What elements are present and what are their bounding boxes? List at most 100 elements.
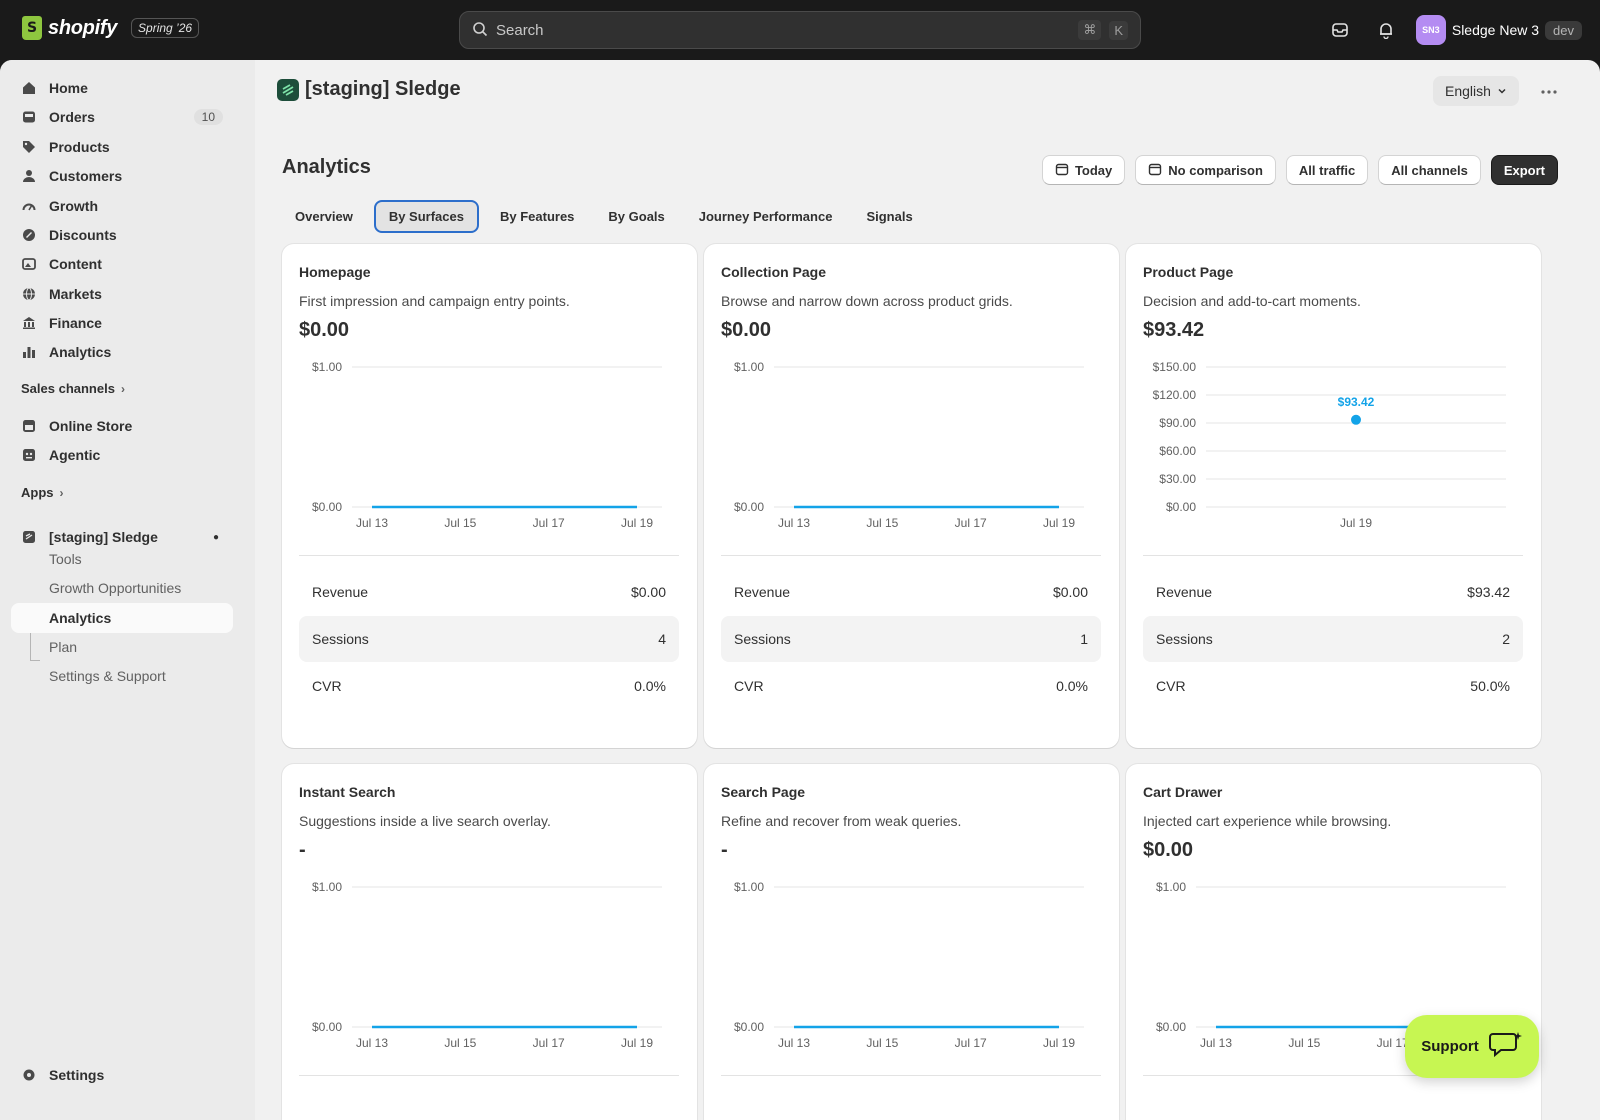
- account-menu[interactable]: SN3 Sledge New 3 dev: [1415, 15, 1582, 45]
- top-bar: shopify Spring ’26 Search ⌘ K SN3 Sledge…: [0, 0, 1600, 60]
- chart-x-tick-label: Jul 19: [1043, 516, 1075, 530]
- sidebar-item-settings[interactable]: Settings: [11, 1060, 233, 1090]
- inbox-tray-icon[interactable]: [1324, 14, 1356, 46]
- sidebar-item-growth[interactable]: Growth: [11, 191, 233, 221]
- comparison-button[interactable]: No comparison: [1135, 155, 1276, 185]
- chart-y-tick-label: $1.00: [312, 880, 342, 894]
- card-description: First impression and campaign entry poin…: [299, 293, 570, 309]
- sidebar-sub-settings-support[interactable]: Settings & Support: [49, 668, 166, 684]
- chart-data-point[interactable]: [1351, 414, 1361, 425]
- sidebar-item-discounts[interactable]: Discounts: [11, 220, 233, 250]
- metric-value: $93.42: [1467, 584, 1510, 600]
- chart-y-tick-label: $150.00: [1153, 360, 1197, 374]
- traffic-filter-button[interactable]: All traffic: [1285, 155, 1369, 185]
- bell-icon[interactable]: [1370, 14, 1402, 46]
- metric-label: CVR: [1156, 678, 1186, 694]
- main-content: [staging] Sledge English Analytics Today…: [255, 60, 1600, 1120]
- search-input[interactable]: Search: [496, 22, 1070, 39]
- sidebar-sub-analytics[interactable]: Analytics: [11, 603, 233, 633]
- surface-card: Search Page Refine and recover from weak …: [704, 764, 1119, 1120]
- card-title: Homepage: [299, 264, 371, 280]
- chart-y-tick-label: $0.00: [312, 500, 342, 514]
- bar-chart-icon: [21, 344, 37, 360]
- tab-overview[interactable]: Overview: [282, 200, 366, 233]
- sidebar-item-label: Growth: [49, 198, 98, 214]
- sidebar-item-orders[interactable]: Orders 10: [11, 102, 233, 132]
- chart-x-tick-label: Jul 19: [621, 516, 653, 530]
- metric-value: $0.00: [630, 584, 666, 600]
- chart-y-tick-label: $90.00: [1159, 416, 1196, 430]
- store-icon: [21, 418, 37, 434]
- chart-x-tick-label: Jul 13: [778, 516, 810, 530]
- metric-label: Revenue: [734, 584, 791, 600]
- sledge-logo-icon: [277, 78, 299, 101]
- card-description: Injected cart experience while browsing.: [1143, 813, 1392, 829]
- tab-by-features[interactable]: By Features: [487, 200, 587, 233]
- support-label: Support: [1421, 1038, 1479, 1055]
- sidebar-item-products[interactable]: Products: [11, 132, 233, 162]
- app-header: [staging] Sledge: [277, 78, 461, 101]
- sidebar-sub-growth-opportunities[interactable]: Growth Opportunities: [49, 580, 181, 596]
- sidebar-item-analytics[interactable]: Analytics: [11, 337, 233, 367]
- card-chart: $150.00 $120.00 $90.00 $60.00 $30.00 $0.00 Jul…: [1153, 360, 1506, 530]
- image-icon: [21, 256, 37, 272]
- inbox-icon: [21, 109, 37, 125]
- search-bar[interactable]: Search ⌘ K: [459, 11, 1141, 49]
- chart-x-tick-label: Jul 15: [866, 1036, 898, 1050]
- bank-icon: [21, 315, 37, 331]
- metric-label: Sessions: [312, 631, 369, 647]
- sidebar-sub-tools[interactable]: Tools: [49, 551, 82, 567]
- gear-icon: [21, 1067, 37, 1083]
- gauge-icon: [21, 198, 37, 214]
- sidebar-item-sledge-app[interactable]: [staging] Sledge ●: [11, 522, 233, 552]
- sidebar-item-customers[interactable]: Customers: [11, 161, 233, 191]
- page-title: Analytics: [282, 156, 371, 178]
- metric-cvr: CVR 50.0%: [1143, 663, 1523, 709]
- chevron-right-icon: ›: [120, 381, 125, 396]
- chart-y-tick-label: $1.00: [312, 360, 342, 374]
- store-name: Sledge New 3: [1451, 22, 1540, 38]
- sidebar-item-home[interactable]: Home: [11, 73, 233, 103]
- support-button[interactable]: Support: [1405, 1015, 1539, 1078]
- metric-value: 50.0%: [1470, 678, 1510, 694]
- orders-count-badge: 10: [193, 109, 223, 125]
- sales-channels-heading[interactable]: Sales channels ›: [21, 381, 125, 396]
- metric-value: 2: [1502, 631, 1510, 647]
- apps-heading[interactable]: Apps ›: [21, 485, 64, 500]
- sidebar-item-label: Agentic: [49, 447, 101, 463]
- chart-x-tick-label: Jul 17: [533, 516, 565, 530]
- more-actions-icon[interactable]: [1535, 78, 1563, 106]
- tag-icon: [21, 139, 37, 155]
- chart-y-tick-label: $30.00: [1159, 472, 1196, 486]
- sidebar-item-label: Customers: [49, 168, 123, 184]
- language-label: English: [1445, 83, 1491, 99]
- channels-filter-button[interactable]: All channels: [1378, 155, 1481, 185]
- card-chart: $1.00 $0.00 Jul 13 Jul 15 Jul 17 Jul 19: [312, 360, 662, 530]
- card-divider: [299, 555, 679, 556]
- sidebar-item-online-store[interactable]: Online Store: [11, 411, 233, 441]
- sidebar-item-label: Settings: [49, 1067, 105, 1083]
- tab-signals[interactable]: Signals: [853, 200, 925, 233]
- card-description: Decision and add-to-cart moments.: [1143, 293, 1361, 309]
- chart-y-tick-label: $1.00: [1156, 880, 1186, 894]
- sidebar-item-finance[interactable]: Finance: [11, 308, 233, 338]
- card-description: Suggestions inside a live search overlay…: [299, 813, 551, 829]
- tab-journey-performance[interactable]: Journey Performance: [686, 200, 846, 233]
- date-range-button[interactable]: Today: [1041, 155, 1126, 185]
- chart-y-tick-label: $0.00: [1166, 500, 1196, 514]
- export-button[interactable]: Export: [1490, 155, 1558, 185]
- shopify-logo[interactable]: shopify Spring ’26: [22, 16, 200, 40]
- chart-x-tick-label: Jul 19: [1340, 516, 1372, 530]
- chart-x-tick-label: Jul 13: [1200, 1036, 1232, 1050]
- tab-by-goals[interactable]: By Goals: [595, 200, 677, 233]
- globe-icon: [21, 286, 37, 302]
- language-select[interactable]: English: [1433, 76, 1519, 106]
- sidebar-sub-plan[interactable]: Plan: [49, 639, 77, 655]
- tab-by-surfaces[interactable]: By Surfaces: [373, 200, 479, 233]
- admin-frame: Home Orders 10 Products Customers Growth…: [0, 60, 1600, 1120]
- sidebar-item-agentic[interactable]: Agentic: [11, 440, 233, 470]
- sidebar-item-markets[interactable]: Markets: [11, 279, 233, 309]
- sidebar-item-content[interactable]: Content: [11, 249, 233, 279]
- card-title: Search Page: [721, 784, 806, 800]
- metric-label: CVR: [312, 678, 342, 694]
